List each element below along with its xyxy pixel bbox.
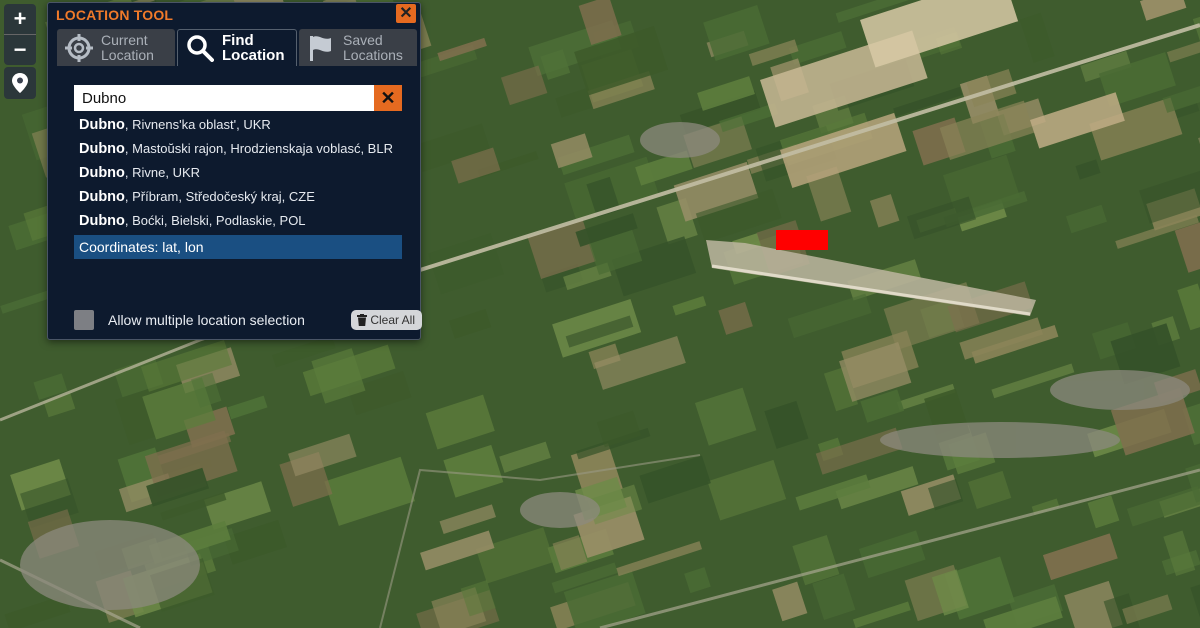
flag-icon — [310, 35, 331, 61]
tab-find-location[interactable]: Find Location — [177, 29, 297, 66]
tab-label: Saved Locations — [343, 31, 403, 63]
search-input[interactable] — [74, 85, 374, 111]
result-detail: , Rivne, UKR — [124, 165, 201, 180]
clear-all-button[interactable]: Clear All — [351, 310, 422, 330]
search-clear-button[interactable]: ✕ — [374, 85, 402, 111]
results-list: Dubno, Rivnens'ka oblast', UKR Dubno, Ma… — [74, 113, 402, 259]
tab-current-location[interactable]: Current Location — [57, 29, 175, 66]
result-name: Dubno — [79, 141, 125, 157]
tab-label: Find Location — [222, 32, 285, 64]
tab-label: Current Location — [101, 31, 154, 63]
result-name: Dubno — [79, 213, 125, 229]
panel-header: LOCATION TOOL ✕ — [48, 3, 420, 25]
result-name: Dubno — [79, 117, 125, 133]
map-pin-button[interactable] — [4, 67, 36, 99]
multi-select-label: Allow multiple location selection — [108, 312, 305, 328]
result-detail: , Boćki, Bielski, Podlaskie, POL — [124, 213, 306, 228]
result-name: Dubno — [79, 165, 125, 181]
close-button[interactable]: ✕ — [396, 4, 416, 23]
list-item[interactable]: Dubno, Boćki, Bielski, Podlaskie, POL — [74, 209, 402, 233]
zoom-in-button[interactable]: + — [4, 4, 36, 34]
multi-select-checkbox[interactable] — [74, 310, 94, 330]
crosshair-icon — [65, 33, 93, 62]
tab-saved-locations[interactable]: Saved Locations — [299, 29, 417, 66]
list-item[interactable]: Dubno, Příbram, Středočeský kraj, CZE — [74, 185, 402, 209]
list-item[interactable]: Dubno, Rivne, UKR — [74, 161, 402, 185]
result-detail: , Mastoŭski rajon, Hrodzienskaja voblasć… — [124, 141, 393, 156]
result-detail: , Příbram, Středočeský kraj, CZE — [124, 189, 315, 204]
tab-bar: Current Location Find Location Saved Loc… — [57, 29, 417, 66]
list-item[interactable]: Dubno, Rivnens'ka oblast', UKR — [74, 113, 402, 137]
zoom-out-button[interactable]: − — [4, 34, 36, 65]
search-icon — [187, 35, 214, 62]
search-row: ✕ — [74, 85, 402, 111]
trash-icon — [357, 314, 368, 326]
map-pin-icon — [12, 73, 28, 93]
result-detail: , Rivnens'ka oblast', UKR — [124, 117, 271, 132]
clear-all-label: Clear All — [370, 313, 415, 327]
panel-footer: Allow multiple location selection Clear … — [74, 307, 422, 333]
list-item[interactable]: Dubno, Mastoŭski rajon, Hrodzienskaja vo… — [74, 137, 402, 161]
panel-title: LOCATION TOOL — [56, 7, 174, 23]
coordinates-option[interactable]: Coordinates: lat, lon — [74, 235, 402, 259]
target-marker — [776, 230, 828, 250]
location-tool-panel: LOCATION TOOL ✕ Current Location Find Lo… — [47, 2, 422, 340]
result-name: Dubno — [79, 189, 125, 205]
